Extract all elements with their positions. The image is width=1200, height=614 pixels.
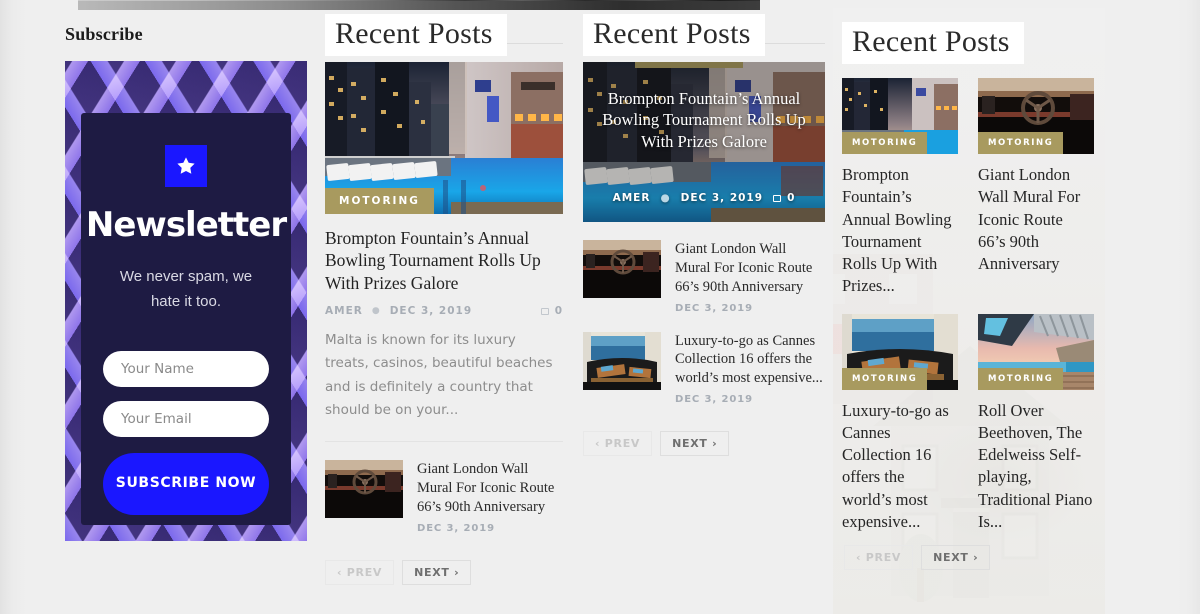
featured-post-excerpt: Malta is known for its luxury treats, ca… [325, 332, 553, 418]
post-date: DEC 3, 2019 [680, 192, 764, 204]
recent-posts-classic-widget: Recent Posts MOTORING Brompton Fountain’… [325, 14, 563, 585]
subscribe-widget-title: Subscribe [65, 24, 143, 44]
featured-post-image[interactable]: MOTORING [325, 62, 563, 214]
grid-card-image[interactable]: MOTORING [978, 313, 1094, 390]
list-item[interactable]: Giant London Wall Mural For Iconic Route… [325, 460, 563, 534]
next-button[interactable]: NEXT › [402, 559, 472, 585]
grid-card[interactable]: MOTORING Luxury-to-go as Cannes Collecti… [842, 313, 958, 534]
newsletter-subtext: We never spam, we hate it too. [119, 268, 253, 310]
subscribe-widget: Subscribe Newsletter We never spam, we h… [65, 24, 307, 541]
post-comments[interactable]: 0 [540, 305, 563, 318]
list-item-thumbnail[interactable] [583, 331, 661, 390]
post-grid: MOTORING Brompton Fountain’s Annual Bowl… [842, 78, 1097, 533]
prev-button[interactable]: ‹ PREV [583, 431, 653, 457]
list-item-title[interactable]: Giant London Wall Mural For Iconic Route… [417, 460, 563, 517]
prev-button[interactable]: ‹ PREV [325, 559, 395, 585]
recent-posts-overlay-title: Recent Posts [583, 14, 765, 56]
comment-icon [773, 194, 782, 202]
pagination: ‹ PREV NEXT › [842, 545, 1097, 571]
category-badge[interactable]: MOTORING [842, 367, 928, 390]
grid-card[interactable]: MOTORING Giant London Wall Mural For Ico… [978, 78, 1094, 298]
page-root: Subscribe Newsletter We never spam, we h… [0, 0, 1200, 614]
grid-card[interactable]: MOTORING Brompton Fountain’s Annual Bowl… [842, 78, 958, 298]
meta-separator-dot: ● [660, 192, 671, 204]
category-badge[interactable]: MOTORING [978, 132, 1064, 154]
featured-post-title[interactable]: Brompton Fountain’s Annual Bowling Tourn… [325, 227, 563, 294]
recent-posts-grid-widget: Recent Posts MOTORING Brompton Fountain’… [833, 8, 1105, 614]
grid-card-image[interactable]: MOTORING [842, 78, 958, 154]
post-comments[interactable]: 0 [773, 192, 795, 204]
next-button[interactable]: NEXT › [660, 431, 730, 457]
featured-post-meta: AMER ● DEC 3, 2019 0 [583, 192, 825, 204]
grid-card-image[interactable]: MOTORING [978, 78, 1094, 154]
featured-post-title[interactable]: Brompton Fountain’s Annual Bowling Tourn… [597, 88, 811, 152]
newsletter-heading: Newsletter [85, 205, 287, 245]
post-author[interactable]: AMER [325, 305, 363, 317]
newsletter-email-input[interactable] [103, 400, 269, 437]
star-icon [165, 145, 207, 187]
post-author[interactable]: AMER [613, 192, 651, 204]
grid-card-image[interactable]: MOTORING [842, 313, 958, 390]
recent-posts-overlay-widget: Recent Posts Brompton Fountain’s Annual … [583, 14, 825, 457]
subscribe-now-button[interactable]: SUBSCRIBE NOW [103, 452, 269, 515]
grid-card-title[interactable]: Giant London Wall Mural For Iconic Route… [978, 164, 1094, 275]
featured-post-card[interactable]: Brompton Fountain’s Annual Bowling Tourn… [583, 62, 825, 222]
recent-posts-classic-title: Recent Posts [325, 14, 507, 56]
list-item-date: DEC 3, 2019 [675, 302, 753, 314]
comment-count: 0 [554, 305, 563, 318]
post-date: DEC 3, 2019 [389, 305, 473, 318]
list-item-date: DEC 3, 2019 [675, 394, 753, 406]
featured-post-meta: AMER ● DEC 3, 2019 0 [325, 305, 563, 317]
next-button[interactable]: NEXT › [921, 545, 991, 571]
comment-icon [540, 307, 549, 315]
comment-count: 0 [787, 192, 796, 204]
grid-card-title[interactable]: Luxury-to-go as Cannes Collection 16 off… [842, 400, 958, 534]
grid-card[interactable]: MOTORING Roll Over Beethoven, The Edelwe… [978, 313, 1094, 534]
grid-card-title[interactable]: Roll Over Beethoven, The Edelweiss Self-… [978, 400, 1094, 534]
list-item-title[interactable]: Luxury-to-go as Cannes Collection 16 off… [675, 332, 825, 389]
recent-posts-grid-title: Recent Posts [842, 22, 1024, 64]
list-item[interactable]: Luxury-to-go as Cannes Collection 16 off… [583, 331, 825, 406]
prev-button[interactable]: ‹ PREV [844, 545, 914, 571]
list-item[interactable]: Giant London Wall Mural For Iconic Route… [583, 240, 825, 314]
category-badge[interactable]: MOTORING [978, 367, 1064, 390]
grid-card-title[interactable]: Brompton Fountain’s Annual Bowling Tourn… [842, 164, 958, 298]
list-item-thumbnail[interactable] [325, 460, 403, 519]
meta-separator-dot: ● [371, 306, 381, 317]
pagination: ‹ PREV NEXT › [325, 559, 563, 585]
newsletter-panel: Newsletter We never spam, we hate it too… [81, 113, 291, 525]
category-badge[interactable]: MOTORING [325, 188, 434, 214]
category-badge[interactable]: MOTORING [842, 132, 928, 154]
list-item-date: DEC 3, 2019 [417, 522, 495, 534]
list-item-thumbnail[interactable] [583, 240, 661, 298]
list-item-title[interactable]: Giant London Wall Mural For Iconic Route… [675, 240, 825, 297]
newsletter-name-input[interactable] [103, 350, 269, 387]
newsletter-card: Newsletter We never spam, we hate it too… [65, 61, 307, 541]
pagination: ‹ PREV NEXT › [583, 431, 825, 457]
list-divider [325, 441, 563, 443]
